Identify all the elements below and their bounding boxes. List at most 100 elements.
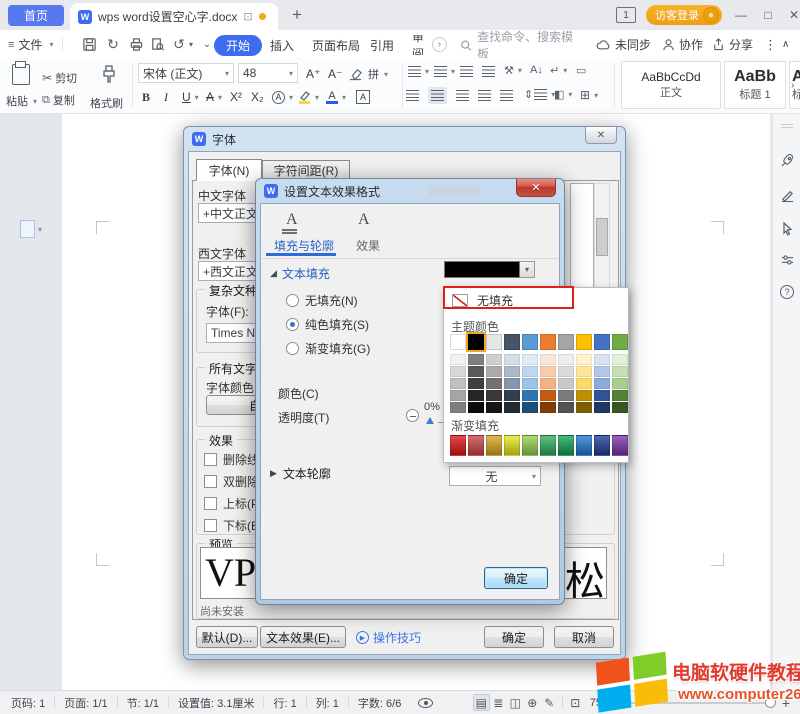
command-search[interactable]: 查找命令、搜索模板 — [460, 35, 578, 55]
color-swatch[interactable] — [612, 354, 628, 365]
color-swatch[interactable] — [540, 402, 556, 413]
bullet-list-icon[interactable]: ▾ — [408, 66, 429, 77]
font-dialog-close-icon[interactable]: ✕ — [585, 127, 617, 144]
cursor-icon[interactable] — [779, 220, 795, 236]
increase-indent-icon[interactable] — [482, 66, 495, 77]
export-pdf-icon[interactable]: ↻ — [104, 36, 122, 53]
font-color-button[interactable]: A▾ — [326, 87, 346, 107]
ruler-icon[interactable]: ▭ — [576, 64, 586, 77]
strikethrough-button[interactable]: A▾ — [206, 87, 222, 107]
decrease-indent-icon[interactable] — [460, 66, 473, 77]
tab-home[interactable]: 开始 — [214, 35, 262, 56]
help-icon[interactable]: ? — [779, 284, 795, 300]
color-swatch[interactable] — [522, 378, 538, 389]
color-swatch[interactable] — [540, 435, 556, 456]
color-swatch[interactable] — [576, 378, 592, 389]
color-swatch[interactable] — [558, 378, 574, 389]
color-swatch[interactable] — [594, 378, 610, 389]
maximize-button[interactable]: □ — [757, 6, 779, 24]
tips-link[interactable]: ▶ 操作技巧 — [356, 629, 421, 646]
tab-references[interactable]: 引用 — [370, 35, 394, 55]
color-swatch[interactable] — [594, 402, 610, 413]
default-button[interactable]: 默认(D)... — [196, 626, 258, 648]
color-swatch[interactable] — [468, 378, 484, 389]
color-swatch[interactable] — [612, 366, 628, 377]
font-dialog-cancel-button[interactable]: 取消 — [554, 626, 614, 648]
rocket-icon[interactable] — [779, 152, 795, 168]
color-swatch[interactable] — [468, 354, 484, 365]
color-swatch[interactable] — [558, 354, 574, 365]
style-heading1[interactable]: AaBb 标题 1 — [724, 61, 786, 109]
color-swatch[interactable] — [468, 435, 484, 456]
italic-button[interactable]: I — [164, 87, 168, 107]
color-swatch[interactable] — [450, 390, 466, 401]
shading-icon[interactable]: ◧▾ — [554, 88, 572, 101]
text-outline-section-header[interactable]: ▶ 文本轮廓 — [270, 465, 331, 482]
eye-icon[interactable] — [418, 698, 433, 708]
color-swatch[interactable] — [540, 354, 556, 365]
minimize-button[interactable]: — — [730, 6, 752, 24]
collapse-ribbon-icon[interactable]: ∧ — [782, 36, 789, 53]
outline-combo[interactable]: 无 ▾ — [449, 466, 541, 486]
style-normal[interactable]: AaBbCcDd 正文 — [621, 61, 721, 109]
color-swatch[interactable] — [486, 435, 502, 456]
outline-view-icon[interactable]: ≣ — [490, 694, 507, 711]
color-swatch[interactable] — [540, 378, 556, 389]
color-swatch[interactable] — [468, 334, 484, 350]
save-icon[interactable] — [80, 36, 98, 53]
print-icon[interactable] — [127, 36, 145, 53]
color-swatch[interactable] — [468, 390, 484, 401]
ribbon-more-icon[interactable]: ⋮ — [764, 36, 777, 53]
color-swatch[interactable] — [576, 435, 592, 456]
fit-page-icon[interactable]: ⊡ — [567, 694, 584, 711]
edit-pen-icon[interactable]: ✎ — [541, 694, 558, 711]
font-dialog-ok-button[interactable]: 确定 — [484, 626, 544, 648]
color-swatch[interactable] — [504, 366, 520, 377]
no-fill-radio[interactable]: 无填充(N) — [286, 292, 358, 309]
text-effects-button[interactable]: 文本效果(E)... — [260, 626, 346, 648]
color-swatch[interactable] — [450, 366, 466, 377]
paste-icon[interactable] — [12, 64, 30, 85]
color-swatch[interactable] — [504, 378, 520, 389]
collab-button[interactable]: 协作 — [662, 36, 703, 53]
gradient-fill-radio[interactable]: 渐变填充(G) — [286, 340, 370, 357]
show-marks-icon[interactable]: ↵▾ — [550, 64, 567, 77]
align-right-icon[interactable] — [456, 90, 469, 101]
color-swatch[interactable] — [522, 334, 538, 350]
superscript-button[interactable]: X² — [230, 87, 242, 107]
color-swatch[interactable] — [612, 334, 628, 350]
sync-status[interactable]: 未同步 — [596, 36, 651, 53]
effects-ok-button[interactable]: 确定 — [484, 567, 548, 589]
subscript-button[interactable]: X₂ — [251, 87, 264, 107]
undo-caret-icon[interactable]: ▾ — [186, 36, 196, 53]
transparency-slider-thumb[interactable] — [426, 417, 434, 424]
color-swatch[interactable] — [558, 390, 574, 401]
color-swatch[interactable] — [594, 435, 610, 456]
color-swatch[interactable] — [504, 354, 520, 365]
color-swatch[interactable] — [486, 378, 502, 389]
copy-button[interactable]: ⧉ 复制 — [42, 92, 75, 108]
align-center-icon[interactable] — [428, 87, 447, 104]
color-swatch[interactable] — [576, 354, 592, 365]
font-dialog-titlebar[interactable]: W 字体 — [184, 127, 625, 151]
color-swatch[interactable] — [486, 354, 502, 365]
new-tab-button[interactable]: + — [286, 4, 308, 26]
file-menu[interactable]: ≡ 文件 ▾ — [8, 36, 53, 53]
web-view-icon[interactable]: ⊕ — [524, 694, 541, 711]
format-painter-icon[interactable] — [100, 64, 118, 86]
color-swatch[interactable] — [486, 366, 502, 377]
font-size-combo[interactable]: 48 ▾ — [238, 63, 298, 83]
distribute-icon[interactable] — [500, 90, 513, 101]
color-swatch[interactable] — [612, 378, 628, 389]
justify-icon[interactable] — [478, 90, 491, 101]
color-swatch[interactable] — [450, 402, 466, 413]
text-fill-section-header[interactable]: ◢ 文本填充 — [270, 265, 330, 282]
fill-color-dropdown-icon[interactable]: ▾ — [520, 261, 535, 278]
text-tool-icon[interactable]: ⚒▾ — [504, 64, 522, 77]
color-swatch[interactable] — [486, 402, 502, 413]
styles-more-icon[interactable]: › — [791, 80, 794, 91]
color-swatch[interactable] — [594, 390, 610, 401]
color-swatch[interactable] — [522, 390, 538, 401]
page-view-icon[interactable]: ▤ — [473, 694, 490, 711]
font-name-combo[interactable]: 宋体 (正文) ▾ — [138, 63, 234, 83]
